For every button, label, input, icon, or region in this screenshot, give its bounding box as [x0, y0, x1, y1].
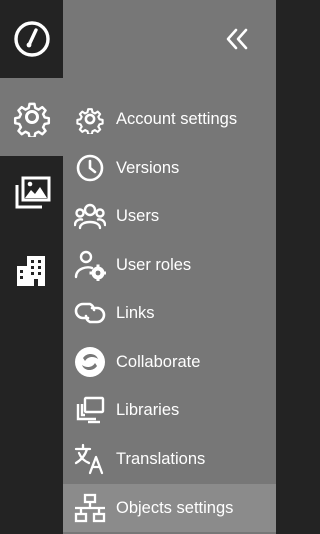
users-icon — [74, 200, 106, 232]
menu-item-translations[interactable]: Translations — [63, 435, 276, 483]
menu-item-libraries[interactable]: Libraries — [63, 386, 276, 434]
rail-settings-button[interactable] — [0, 78, 63, 156]
menu-item-label: Account settings — [116, 109, 238, 128]
translate-icon — [74, 443, 106, 475]
sitemap-icon — [74, 492, 106, 524]
menu-item-label: Objects settings — [116, 498, 234, 517]
menu-item-objects-settings[interactable]: Objects settings — [63, 484, 276, 532]
menu-item-label: Translations — [116, 449, 206, 468]
menu-item-label: User roles — [116, 255, 192, 274]
app-shell: Account settings Versions Users User rol… — [0, 0, 276, 534]
menu-item-user-roles[interactable]: User roles — [63, 241, 276, 289]
menu-item-collaborate[interactable]: Collaborate — [63, 338, 276, 386]
gear-icon — [12, 97, 52, 137]
menu-item-account-settings[interactable]: Account settings — [63, 95, 276, 143]
menu-item-label: Links — [116, 303, 155, 322]
double-chevron-left-icon — [224, 28, 250, 56]
menu-item-versions[interactable]: Versions — [63, 144, 276, 192]
menu-item-label: Users — [116, 206, 160, 225]
rail-gallery-button[interactable] — [0, 156, 63, 232]
clock-icon — [74, 152, 106, 184]
libraries-icon — [74, 394, 106, 426]
dashboard-gauge-icon — [12, 19, 52, 59]
gear-icon — [74, 103, 106, 135]
menu-item-links[interactable]: Links — [63, 289, 276, 337]
menu-item-label: Libraries — [116, 400, 180, 419]
link-icon — [74, 297, 106, 329]
menu-item-users[interactable]: Users — [63, 192, 276, 240]
menu-item-label: Collaborate — [116, 352, 201, 371]
collapse-panel-button[interactable] — [224, 26, 250, 52]
building-icon — [12, 251, 52, 291]
user-gear-icon — [74, 249, 106, 281]
icon-rail — [0, 0, 63, 534]
settings-panel: Account settings Versions Users User rol… — [63, 0, 276, 534]
collaborate-icon — [74, 346, 106, 378]
rail-organization-button[interactable] — [0, 232, 63, 310]
menu-item-label: Versions — [116, 158, 180, 177]
image-gallery-icon — [12, 174, 52, 214]
rail-dashboard-button[interactable] — [0, 0, 63, 78]
